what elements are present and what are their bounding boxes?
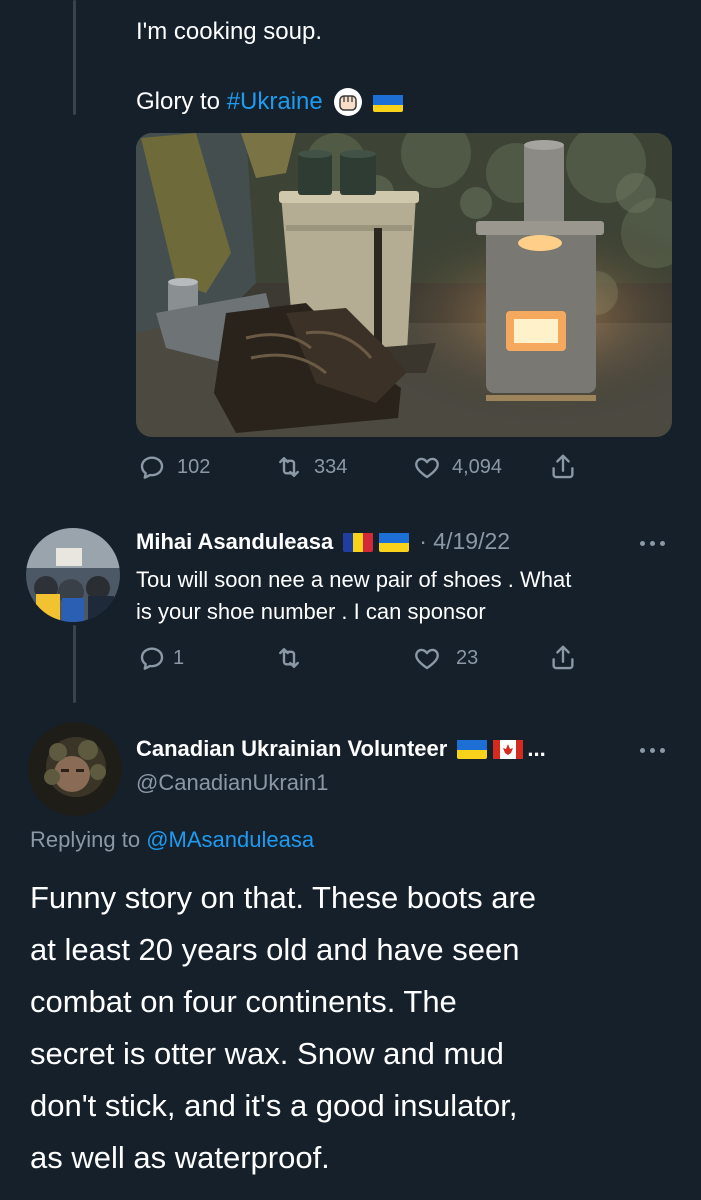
avatar-mihai[interactable] — [26, 528, 120, 622]
tweet-text-prefix: Glory to — [136, 88, 227, 115]
reply-button[interactable]: 102 — [137, 452, 210, 482]
focus-text-line: as well as waterproof. — [30, 1140, 330, 1175]
ukraine-flag — [372, 92, 403, 112]
more-icon[interactable] — [640, 748, 665, 753]
replying-to-label: Replying to — [30, 827, 147, 852]
share-icon — [552, 454, 574, 479]
thread-line-top — [73, 0, 76, 115]
reply-button[interactable]: 1 — [137, 643, 184, 673]
like-button[interactable]: 4,094 — [412, 452, 502, 482]
focus-text-line: at least 20 years old and have seen — [30, 932, 520, 967]
like-icon — [415, 648, 439, 670]
tweet-photo[interactable] — [136, 133, 672, 437]
hashtag-link[interactable]: #Ukraine — [227, 86, 323, 118]
romania-flag — [343, 532, 374, 552]
share-icon — [552, 645, 574, 670]
avatar-canadian-ukrainian-volunteer[interactable] — [28, 722, 122, 816]
like-icon — [415, 457, 439, 479]
thread-line-reply — [73, 625, 76, 703]
reply-text: Tou will soon nee a new pair of shoes . … — [136, 564, 571, 628]
name-ellipsis: ... — [527, 736, 546, 761]
focus-text-line: combat on four continents. The — [30, 984, 457, 1019]
ukraine-flag — [457, 739, 488, 759]
author-name[interactable]: Mihai Asanduleasa — [136, 529, 333, 555]
retweet-icon — [279, 457, 299, 477]
retweet-button[interactable] — [274, 643, 304, 673]
focus-text-line: don't stick, and it's a good insulator, — [30, 1088, 518, 1123]
reply-icon — [140, 456, 164, 479]
reply-date[interactable]: · 4/19/22 — [419, 528, 510, 555]
like-count: 4,094 — [452, 455, 503, 478]
author-handle[interactable]: @CanadianUkrain1 — [136, 770, 328, 796]
reply-count: 102 — [177, 455, 211, 478]
reply-icon — [140, 647, 164, 670]
like-button[interactable]: 23 — [412, 643, 478, 673]
retweet-icon — [279, 648, 299, 668]
share-button[interactable] — [548, 452, 578, 482]
tweet-text-line2: Glory to #Ukraine — [136, 86, 403, 118]
canada-flag — [493, 739, 524, 759]
reply-header: Mihai Asanduleasa · 4/19/22 — [136, 528, 510, 555]
focus-header: Canadian Ukrainian Volunteer ... — [136, 736, 546, 762]
focus-text-line: Funny story on that. These boots are — [30, 880, 537, 915]
tweet-text-line1: I'm cooking soup. — [136, 18, 323, 45]
raised-fist-emoji — [333, 87, 363, 117]
retweet-button[interactable]: 334 — [274, 452, 347, 482]
like-count: 23 — [456, 646, 479, 669]
more-icon[interactable] — [640, 541, 665, 546]
share-button[interactable] — [548, 643, 578, 673]
author-name[interactable]: Canadian Ukrainian Volunteer — [136, 736, 447, 762]
retweet-count: 334 — [314, 455, 348, 478]
focus-text-line: secret is otter wax. Snow and mud — [30, 1036, 504, 1071]
reply-text-line1: Tou will soon nee a new pair of shoes . … — [136, 567, 572, 592]
ukraine-flag — [379, 532, 410, 552]
reply-count: 1 — [173, 646, 185, 669]
reply-text-line2: is your shoe number . I can sponsor — [136, 599, 486, 624]
focus-tweet-text: Funny story on that. These boots are at … — [30, 872, 536, 1184]
replying-to-handle[interactable]: @MAsanduleasa — [146, 827, 314, 852]
replying-to: Replying to @MAsanduleasa — [30, 827, 314, 853]
